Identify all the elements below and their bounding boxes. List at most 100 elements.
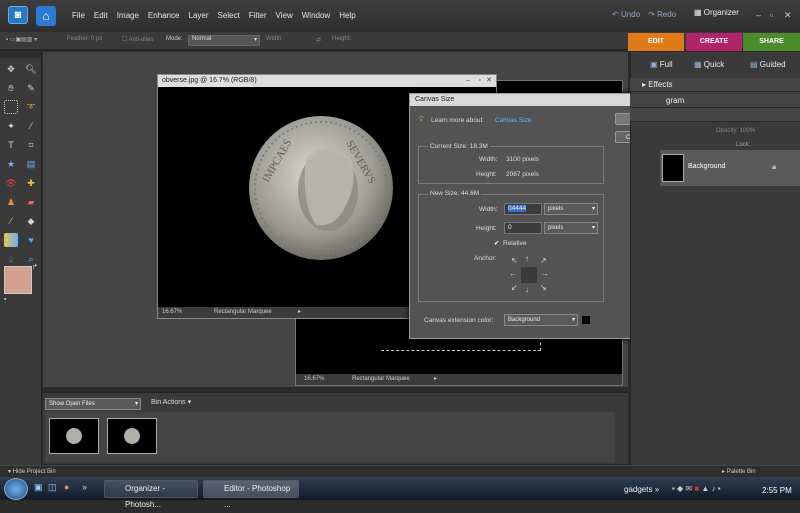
anchor-center[interactable] (521, 267, 537, 283)
hand-tool-icon[interactable]: ✋︎ (4, 81, 18, 95)
height-input[interactable]: 0 (504, 222, 542, 234)
anchor-arrow-n-icon[interactable]: ↑ (525, 254, 529, 263)
swap-colors-icon[interactable]: ↱ (32, 263, 38, 271)
clone-stamp-tool-icon[interactable]: ♟ (4, 195, 18, 209)
width-input[interactable]: 04444 (504, 203, 542, 215)
full-edit-button[interactable]: ▣ Full (650, 60, 673, 78)
menu-layer[interactable]: Layer (189, 11, 209, 20)
recompose-tool-icon[interactable]: ▤ (24, 157, 38, 171)
anchor-arrow-nw-icon[interactable]: ↖ (511, 256, 518, 265)
menu-view[interactable]: View (276, 11, 293, 20)
marquee-options-icon[interactable]: ▪ ▭▣▤▥ ▾ (6, 36, 37, 43)
quicklaunch-windows-icon[interactable]: ◫ (48, 482, 57, 493)
swap-icon[interactable]: ⇄ (316, 36, 321, 43)
doc1-close-icon[interactable]: ✕ (486, 75, 492, 87)
doc2-status-arrow-icon[interactable]: ▸ (434, 375, 437, 382)
tab-create[interactable]: CREATE (686, 33, 742, 51)
healing-brush-tool-icon[interactable]: ✚ (24, 176, 38, 190)
taskbar-editor[interactable]: Editor - Photoshop ... (203, 480, 299, 509)
anchor-arrow-se-icon[interactable]: ↘ (540, 283, 547, 292)
layers-panel-header[interactable] (630, 108, 800, 122)
taskbar-organizer[interactable]: Organizer - Photosh... (104, 480, 198, 509)
start-button[interactable] (4, 478, 28, 500)
red-eye-tool-icon[interactable]: 👁︎ (4, 176, 18, 190)
relative-checkbox[interactable]: ✔ (494, 239, 499, 247)
menu-edit[interactable]: Edit (94, 11, 108, 20)
palette-bin-button[interactable]: ▸ Palette Bin (722, 468, 756, 475)
gadgets-toolbar[interactable]: gadgets » (624, 485, 659, 494)
learn-more-link[interactable]: Canvas Size (495, 117, 532, 124)
redo-button[interactable]: ↷ Redo (648, 10, 676, 19)
feather-value[interactable]: 0 px (91, 36, 102, 42)
doc1-status-arrow-icon[interactable]: ▸ (298, 308, 301, 315)
anchor-arrow-w-icon[interactable]: ← (509, 269, 517, 278)
menu-file[interactable]: File (72, 11, 85, 20)
bin-thumbnail-1[interactable] (49, 418, 99, 454)
anchor-arrow-sw-icon[interactable]: ↙ (511, 283, 518, 292)
move-tool-icon[interactable]: ✥ (4, 62, 18, 76)
shape-tool-icon[interactable]: ★ (4, 157, 18, 171)
marquee-tool-icon[interactable] (4, 100, 18, 114)
menu-help[interactable]: Help (339, 11, 355, 20)
quick-edit-button[interactable]: ▦ Quick (694, 60, 724, 78)
extension-color-swatch[interactable] (582, 316, 590, 324)
hide-project-bin-button[interactable]: ▾ Hide Project Bin (8, 468, 56, 475)
show-open-files-select[interactable]: Show Open Files ▾ (45, 398, 141, 410)
default-colors-icon[interactable]: ▪ (4, 296, 6, 303)
blur-tool-icon[interactable]: 💧︎ (4, 252, 18, 266)
clock[interactable]: 2:55 PM (762, 486, 792, 495)
paint-bucket-tool-icon[interactable]: ◆ (24, 214, 38, 228)
lasso-tool-icon[interactable]: ➰︎ (24, 100, 38, 114)
organizer-button[interactable]: ▦ Organizer (694, 8, 739, 17)
zoom-tool-icon[interactable]: 🔍︎ (24, 62, 38, 76)
mode-select[interactable]: Normal ▾ (188, 35, 260, 46)
doc1-title-bar[interactable]: obverse.jpg @ 16.7% (RGB/8) – ▫ ✕ (158, 75, 496, 87)
width-unit-select[interactable]: pixels ▾ (544, 203, 598, 215)
eraser-tool-icon[interactable]: ▰ (24, 195, 38, 209)
doc1-restore-icon[interactable]: ▫ (479, 75, 481, 87)
anchor-arrow-ne-icon[interactable]: ↗ (540, 256, 547, 265)
anchor-grid[interactable]: ↖ ↑ ↗ ← → ↙ ↓ ↘ (509, 254, 551, 296)
home-icon[interactable]: ⌂ (36, 6, 56, 26)
gradient-tool-icon[interactable] (4, 233, 18, 247)
doc1-minimize-icon[interactable]: – (466, 75, 470, 87)
close-icon[interactable]: ✕ (784, 10, 792, 21)
menu-enhance[interactable]: Enhance (148, 11, 180, 20)
quicklaunch-firefox-icon[interactable]: ● (64, 482, 69, 492)
dialog-title-bar[interactable]: Canvas Size ✕ (410, 94, 664, 106)
quicklaunch-desktop-icon[interactable]: ▣ (34, 482, 43, 493)
tray-icons[interactable]: ▪ ◆ ✉ ■ ▲ ♪ ▪ (672, 484, 721, 493)
extension-color-select[interactable]: Background ▾ (504, 314, 578, 326)
antialias-checkbox[interactable]: ☐ Anti-alias (122, 36, 153, 43)
height-unit-select[interactable]: pixels ▾ (544, 222, 598, 234)
crop-tool-icon[interactable]: ⌗ (24, 138, 38, 152)
selection-brush-tool-icon[interactable]: ⁄ (24, 119, 38, 133)
brush-tool-icon[interactable]: ⁄ (4, 214, 18, 228)
menu-filter[interactable]: Filter (249, 11, 267, 20)
minimize-icon[interactable]: – (756, 10, 761, 20)
doc1-zoom[interactable]: 16.67% (162, 309, 182, 315)
restore-icon[interactable]: ▫ (770, 10, 773, 20)
tab-edit[interactable]: EDIT (628, 33, 684, 51)
menu-select[interactable]: Select (218, 11, 240, 20)
foreground-color-swatch[interactable] (4, 266, 32, 294)
bin-actions-menu[interactable]: Bin Actions ▾ (151, 398, 191, 406)
tab-share[interactable]: SHARE (743, 33, 800, 51)
anchor-arrow-e-icon[interactable]: → (541, 269, 549, 278)
guided-edit-button[interactable]: ▤ Guided (750, 60, 786, 78)
bin-thumbnail-2[interactable] (107, 418, 157, 454)
doc2-zoom[interactable]: 16.67% (304, 376, 324, 382)
cookie-cutter-tool-icon[interactable]: ♥ (24, 233, 38, 247)
effects-panel-header[interactable]: ▸ Effects (630, 78, 800, 92)
histogram-panel-header[interactable]: gram (630, 94, 800, 108)
undo-button[interactable]: ↶ Undo (612, 10, 640, 19)
anchor-arrow-s-icon[interactable]: ↓ (525, 285, 529, 294)
menu-image[interactable]: Image (117, 11, 139, 20)
menu-window[interactable]: Window (302, 11, 330, 20)
magic-wand-tool-icon[interactable]: ✦ (4, 119, 18, 133)
opacity-value[interactable]: 100% (740, 128, 755, 134)
eyedropper-tool-icon[interactable]: ✎ (24, 81, 38, 95)
quicklaunch-more-icon[interactable]: » (82, 482, 87, 492)
layer-row-background[interactable]: Background 🔒︎ (660, 150, 800, 186)
type-tool-icon[interactable]: T (4, 138, 18, 152)
